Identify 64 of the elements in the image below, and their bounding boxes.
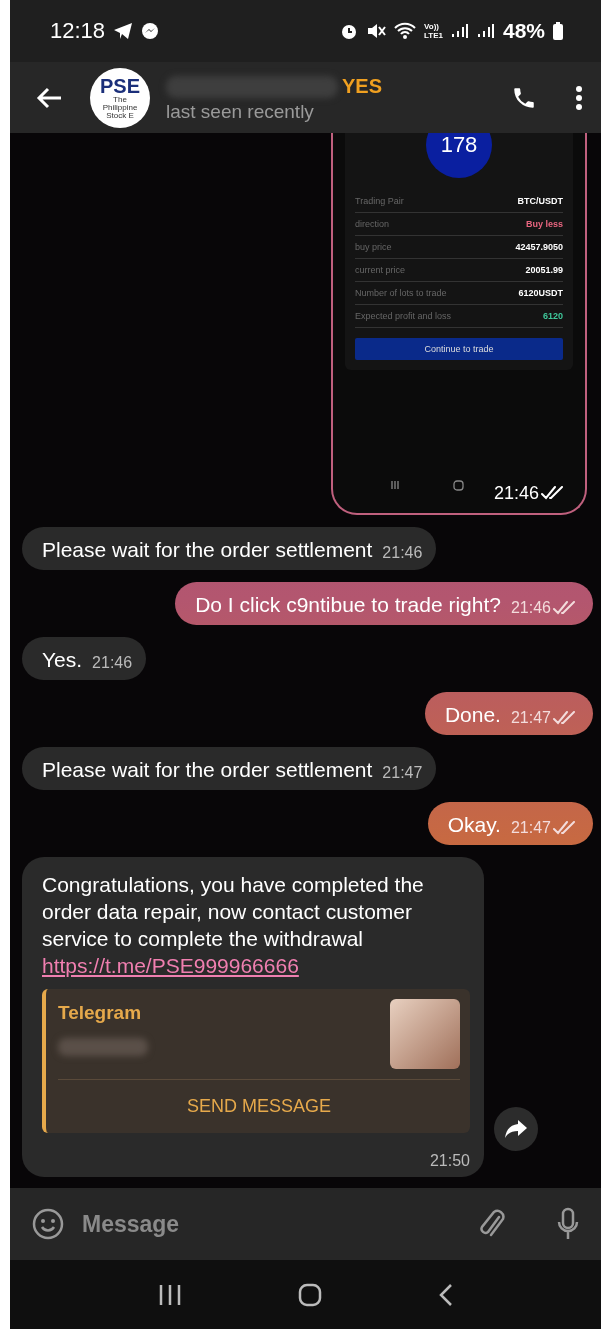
field-label: buy price — [355, 242, 392, 252]
field-value: BTC/USDT — [517, 196, 563, 206]
share-arrow-icon — [504, 1119, 528, 1139]
lte-label: LTE1 — [424, 31, 443, 40]
field-label: Number of lots to trade — [355, 288, 447, 298]
count-badge: 178 — [426, 133, 492, 178]
message-time: 21:47 — [510, 708, 551, 728]
field-value: 6120USDT — [518, 288, 563, 298]
preview-site-name: Telegram — [58, 1001, 143, 1025]
contact-name: YES — [342, 75, 383, 98]
field-label: direction — [355, 219, 390, 229]
message-time: 21:46 — [382, 543, 423, 563]
status-time: 12:18 — [50, 18, 106, 44]
back-button[interactable] — [36, 86, 62, 109]
message-text: Yes. — [42, 647, 83, 673]
avatar-logo: PSE — [100, 75, 140, 96]
message-time: 21:47 — [510, 818, 551, 838]
battery-percent: 48% — [502, 19, 545, 43]
message-input-bar[interactable]: Message — [10, 1188, 601, 1260]
battery-icon — [553, 22, 563, 40]
message-time: 21:46 — [493, 483, 539, 503]
field-label: Expected profit and loss — [355, 311, 452, 321]
recents-button[interactable] — [158, 1283, 183, 1306]
screenshot-image[interactable]: 178 Trading Pair BTC/USDT direction Buy less buy price 42457.9050 current price 20051.99 Number of lots to trade 6120USDT Expected profit and loss 6120 Continue to trade 21:46 — [331, 133, 587, 515]
link-preview-card[interactable]: Telegram SEND MESSAGE — [42, 989, 470, 1133]
home-button[interactable] — [298, 1282, 323, 1307]
emoji-button[interactable] — [32, 1208, 64, 1240]
mute-icon — [366, 22, 386, 40]
field-label: current price — [355, 265, 406, 275]
home-icon — [453, 480, 465, 491]
message-text: Please wait for the order settlement — [42, 757, 373, 783]
signal-icon — [476, 23, 495, 39]
message-text: Okay. — [447, 812, 501, 838]
message-time: 21:47 — [382, 763, 423, 783]
field-value: 20051.99 — [525, 265, 563, 275]
alarm-icon — [340, 22, 358, 40]
field-label: Trading Pair — [355, 196, 404, 206]
message-text: Please wait for the order settlement — [42, 537, 373, 563]
message-text: Do I click c9ntibue to trade right? — [195, 592, 501, 618]
back-nav-button[interactable] — [438, 1282, 453, 1307]
volte-label: Vo)) — [424, 22, 440, 31]
last-seen-status: last seen recently — [166, 100, 315, 123]
message-time: 21:50 — [429, 1151, 470, 1171]
message-time: 21:46 — [510, 598, 551, 618]
message-time: 21:46 — [92, 653, 133, 673]
message-text: Done. — [444, 702, 501, 728]
field-value: 42457.9050 — [515, 242, 563, 252]
message-text: Congratulations, you have completed the order data repair, now contact customer service to complete the withdrawal — [42, 872, 425, 952]
continue-button: Continue to trade — [355, 338, 563, 360]
share-button[interactable] — [494, 1107, 538, 1151]
chat-bubble-icon — [141, 22, 160, 40]
wifi-icon — [394, 22, 416, 40]
send-message-button[interactable]: SEND MESSAGE — [58, 1079, 460, 1133]
field-value: 6120 — [542, 311, 563, 321]
field-value: Buy less — [525, 219, 563, 229]
avatar[interactable]: PSE The Philippine Stock E — [90, 67, 150, 128]
photo-placeholder — [390, 999, 460, 1069]
signal-icon — [450, 23, 469, 39]
message-link[interactable]: https://t.me/PSE999966666 — [42, 952, 299, 979]
paper-plane-icon — [113, 22, 134, 40]
more-menu-icon[interactable] — [575, 84, 583, 111]
microphone-button[interactable] — [557, 1207, 579, 1241]
recents-icon — [389, 480, 400, 490]
avatar-caption: The Philippine Stock E — [101, 95, 139, 120]
